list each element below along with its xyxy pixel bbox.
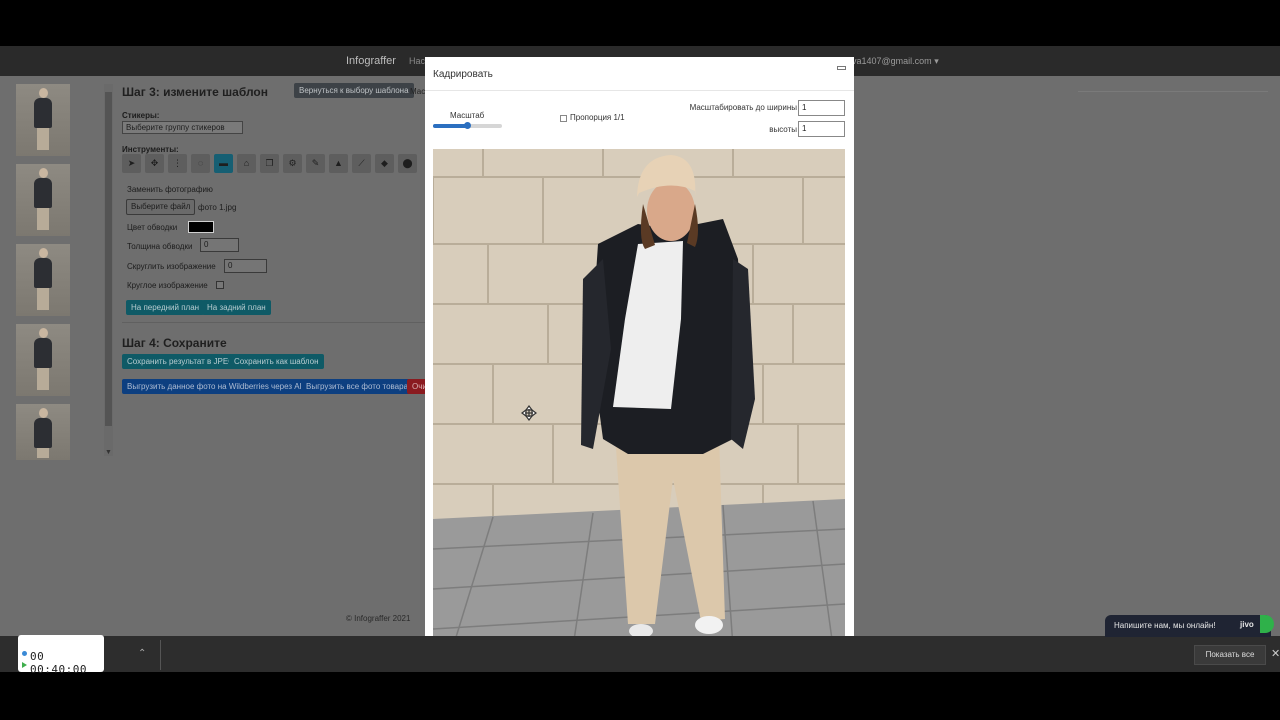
upload-all-button[interactable]: Выгрузить все фото товара: [301, 379, 414, 394]
jivo-chat-widget[interactable]: Напишите нам, мы онлайн! jivo: [1105, 615, 1271, 637]
choose-file-button[interactable]: Выберите файл: [126, 199, 196, 215]
scale-slider-thumb[interactable]: [463, 122, 471, 129]
nav-link[interactable]: Нас: [409, 56, 425, 66]
app-viewport: Infograffer Нас va1407@gmail.com ▾ ▼ Шаг…: [0, 46, 1280, 672]
chevron-down-icon: ▾: [934, 56, 939, 66]
user-email: va1407@gmail.com: [852, 56, 932, 66]
bottom-taskbar: [0, 636, 1280, 672]
record-dot-icon: [22, 651, 27, 656]
circle-label: Круглое изображение: [127, 281, 208, 290]
tool-button-12[interactable]: ◆: [375, 154, 394, 173]
scale-width-label: Масштабировать до ширины: [689, 103, 797, 112]
modal-divider: [425, 90, 854, 91]
truncated-label: Мас: [410, 87, 426, 96]
thumbnail-3[interactable]: [16, 244, 70, 316]
stroke-color-label: Цвет обводки: [127, 223, 178, 232]
stroke-width-input[interactable]: 0: [200, 238, 239, 252]
scale-label: Масштаб: [450, 111, 485, 120]
crop-image-area[interactable]: [433, 149, 845, 647]
save-jpeg-button[interactable]: Сохранить результат в JPEG: [122, 354, 240, 369]
tool-button-6[interactable]: ⌂: [237, 154, 256, 173]
user-email-menu[interactable]: va1407@gmail.com ▾: [852, 56, 939, 67]
thumbnail-4[interactable]: [16, 324, 70, 396]
tool-button-7[interactable]: ❐: [260, 154, 279, 173]
sticker-group-select[interactable]: Выберите группу стикеров: [122, 121, 243, 134]
timer-text: 00 00:40:00: [30, 650, 87, 676]
chevron-up-icon[interactable]: ⌃: [138, 648, 146, 659]
tool-button-1[interactable]: ➤: [122, 154, 141, 173]
divider: [1078, 91, 1268, 92]
tool-button-2[interactable]: ✥: [145, 154, 164, 173]
crop-modal: Кадрировать Масштаб Пропорция 1/1 Масшта…: [425, 57, 854, 647]
proportion-label: Пропорция 1/1: [570, 113, 625, 122]
modal-title: Кадрировать: [433, 69, 493, 80]
thumbnail-5[interactable]: [16, 404, 70, 460]
file-name: фото 1.jpg: [198, 203, 237, 212]
round-input[interactable]: 0: [224, 259, 267, 273]
scale-slider-fill: [433, 124, 468, 128]
show-all-button[interactable]: Показать все: [1194, 645, 1266, 665]
tool-button-5[interactable]: ▬: [214, 154, 233, 173]
tool-button-11[interactable]: ⟋: [352, 154, 371, 173]
product-photo: [433, 149, 845, 647]
tool-button-3[interactable]: ⋮: [168, 154, 187, 173]
thumbnail-1[interactable]: [16, 84, 70, 156]
footer-copyright: © Infograffer 2021: [346, 614, 411, 623]
jivo-text: Напишите нам, мы онлайн!: [1114, 621, 1216, 630]
step4-title: Шаг 4: Сохраните: [122, 336, 227, 350]
jivo-logo: jivo: [1240, 620, 1254, 629]
close-icon[interactable]: ✕: [1271, 647, 1280, 660]
step3-title: Шаг 3: измените шаблон: [122, 85, 269, 99]
tool-button-9[interactable]: ✎: [306, 154, 325, 173]
divider: [160, 640, 161, 670]
circle-checkbox[interactable]: [216, 281, 224, 289]
scroll-down-icon[interactable]: ▼: [105, 449, 112, 456]
photo-thumbnails: [16, 84, 71, 468]
minimize-icon[interactable]: [837, 66, 846, 70]
tool-button-10[interactable]: ▲: [329, 154, 348, 173]
height-input[interactable]: 1: [798, 121, 845, 137]
tools-label: Инструменты:: [122, 145, 179, 154]
tool-button-8[interactable]: ⚙: [283, 154, 302, 173]
brand-logo[interactable]: Infograffer: [346, 55, 396, 67]
divider: [122, 322, 428, 323]
proportion-checkbox[interactable]: [560, 115, 567, 122]
back-to-template-button[interactable]: Вернуться к выбору шаблона: [294, 83, 414, 98]
send-back-button[interactable]: На задний план: [202, 300, 271, 315]
bring-front-button[interactable]: На передний план: [126, 300, 205, 315]
replace-photo-label: Заменить фотографию: [127, 185, 213, 194]
stickers-label: Стикеры:: [122, 111, 160, 120]
recording-timer[interactable]: 00 00:40:00: [18, 635, 104, 676]
save-template-button[interactable]: Сохранить как шаблон: [229, 354, 324, 369]
upload-wildberries-button[interactable]: Выгрузить данное фото на Wildberries чер…: [122, 379, 313, 394]
sticker-select-value: Выберите группу стикеров: [126, 123, 225, 132]
stroke-width-label: Толщина обводки: [127, 242, 193, 251]
tool-button-4[interactable]: ◌: [191, 154, 210, 173]
scale-width-input[interactable]: 1: [798, 100, 845, 116]
stroke-color-picker[interactable]: [188, 221, 214, 233]
tool-button-13[interactable]: ⬤: [398, 154, 417, 173]
thumbnail-2[interactable]: [16, 164, 70, 236]
thumbnails-scrollbar[interactable]: ▼: [104, 84, 113, 456]
round-label: Скруглить изображение: [127, 262, 216, 271]
height-label: высоты: [769, 125, 797, 134]
scale-slider[interactable]: [433, 122, 502, 129]
play-icon[interactable]: [22, 662, 27, 668]
